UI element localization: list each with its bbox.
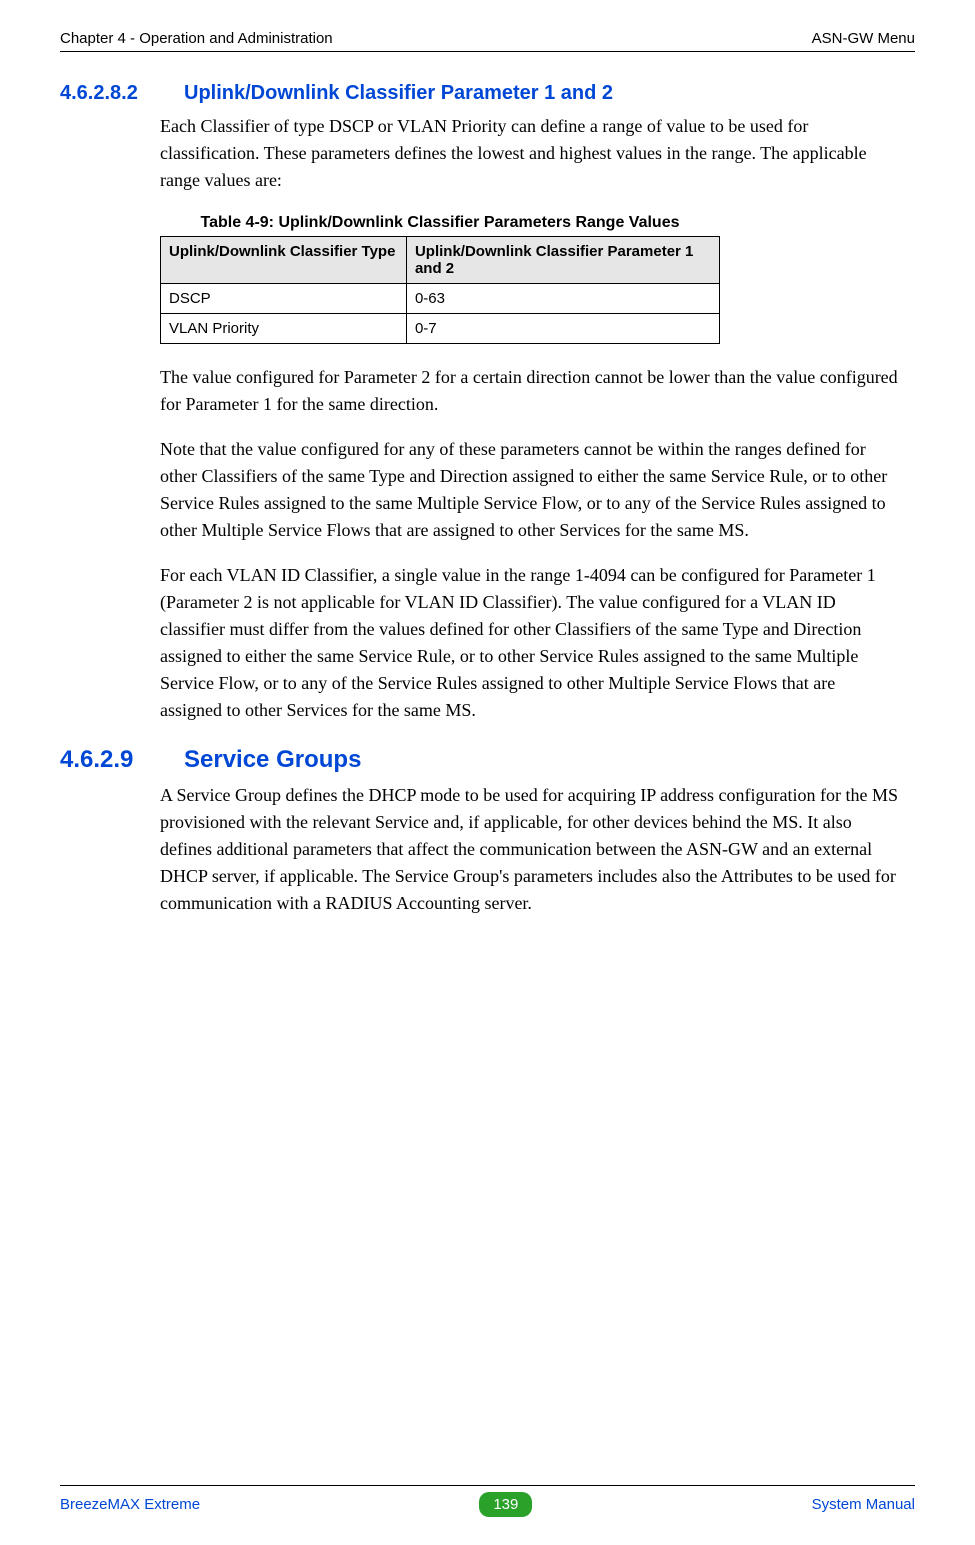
footer-left: BreezeMAX Extreme xyxy=(60,1496,200,1513)
header-left: Chapter 4 - Operation and Administration xyxy=(60,30,333,47)
body-paragraph: The value configured for Parameter 2 for… xyxy=(160,364,900,418)
table-cell: 0-7 xyxy=(406,314,719,344)
table-row: DSCP 0-63 xyxy=(161,284,720,314)
content-area: 4.6.2.8.2 Uplink/Downlink Classifier Par… xyxy=(60,82,915,917)
table-header-cell: Uplink/Downlink Classifier Parameter 1 a… xyxy=(406,237,719,284)
header-right: ASN-GW Menu xyxy=(812,30,915,47)
page-number-badge: 139 xyxy=(479,1492,532,1517)
body-paragraph: A Service Group defines the DHCP mode to… xyxy=(160,782,900,917)
page-footer: BreezeMAX Extreme 139 System Manual xyxy=(60,1485,915,1517)
page: Chapter 4 - Operation and Administration… xyxy=(0,0,975,1545)
body-paragraph: Each Classifier of type DSCP or VLAN Pri… xyxy=(160,113,900,194)
section-number: 4.6.2.9 xyxy=(60,746,180,774)
body-paragraph: Note that the value configured for any o… xyxy=(160,436,900,544)
table-caption: Table 4-9: Uplink/Downlink Classifier Pa… xyxy=(160,214,720,232)
footer-right: System Manual xyxy=(812,1496,915,1513)
page-header: Chapter 4 - Operation and Administration… xyxy=(60,30,915,52)
table-cell: 0-63 xyxy=(406,284,719,314)
section-heading-2: 4.6.2.9 Service Groups xyxy=(60,746,915,774)
table-header-row: Uplink/Downlink Classifier Type Uplink/D… xyxy=(161,237,720,284)
body-paragraph: For each VLAN ID Classifier, a single va… xyxy=(160,562,900,724)
table-header-cell: Uplink/Downlink Classifier Type xyxy=(161,237,407,284)
table-row: VLAN Priority 0-7 xyxy=(161,314,720,344)
table-cell: VLAN Priority xyxy=(161,314,407,344)
section-title: Uplink/Downlink Classifier Parameter 1 a… xyxy=(184,82,613,104)
section-number: 4.6.2.8.2 xyxy=(60,82,180,105)
section-title: Service Groups xyxy=(184,746,361,773)
table-cell: DSCP xyxy=(161,284,407,314)
section-heading-1: 4.6.2.8.2 Uplink/Downlink Classifier Par… xyxy=(60,82,915,105)
classifier-table: Uplink/Downlink Classifier Type Uplink/D… xyxy=(160,236,720,344)
